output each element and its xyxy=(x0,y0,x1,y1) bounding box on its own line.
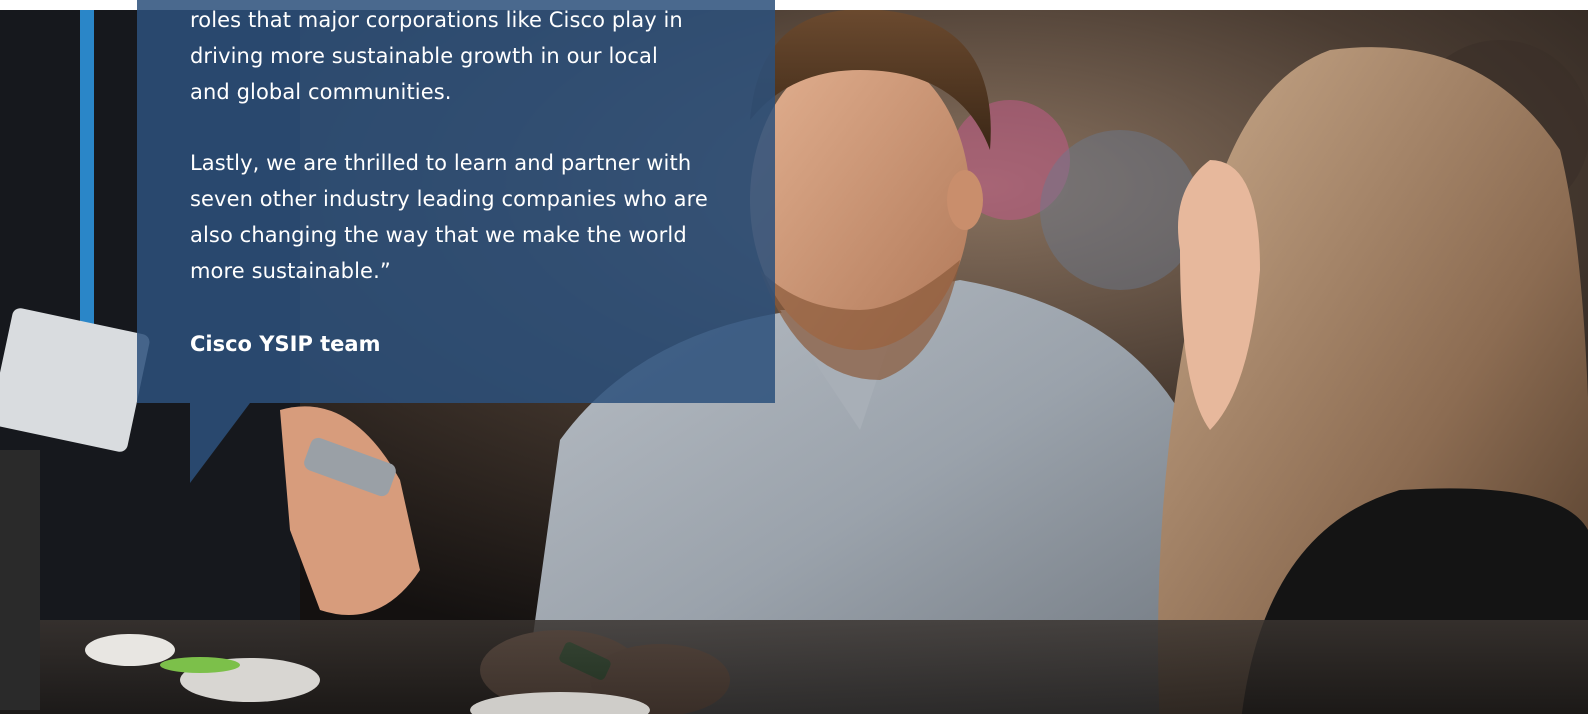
quote-paragraph-2: Lastly, we are thrilled to learn and par… xyxy=(190,145,730,289)
quote-panel: roles that major corporations like Cisco… xyxy=(137,0,775,403)
quote-author: Cisco YSIP team xyxy=(190,332,381,356)
quote-line: driving more sustainable growth in our l… xyxy=(190,44,658,68)
quote-paragraph-1: roles that major corporations like Cisco… xyxy=(190,2,730,110)
page: roles that major corporations like Cisco… xyxy=(0,0,1588,724)
quote-line: more sustainable.” xyxy=(190,259,391,283)
quote-line: seven other industry leading companies w… xyxy=(190,187,708,211)
quote-line: and global communities. xyxy=(190,80,452,104)
quote-line: Lastly, we are thrilled to learn and par… xyxy=(190,151,692,175)
quote-line: roles that major corporations like Cisco… xyxy=(190,8,683,32)
quote-line: also changing the way that we make the w… xyxy=(190,223,687,247)
